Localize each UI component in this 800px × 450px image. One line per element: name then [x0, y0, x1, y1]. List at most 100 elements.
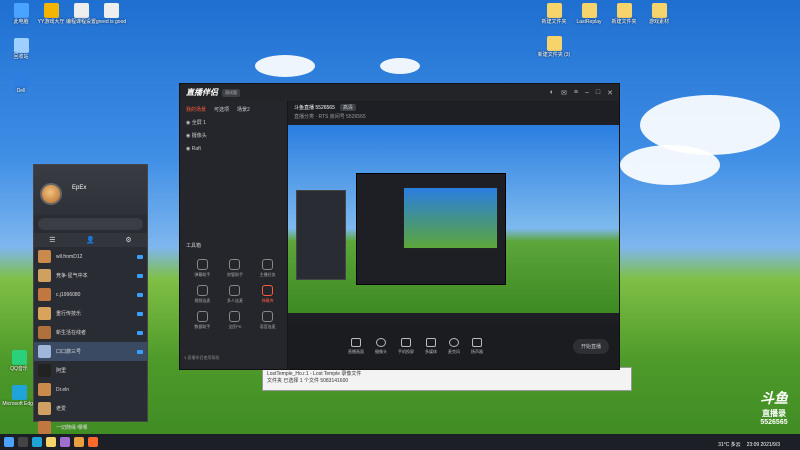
tool-icon	[229, 259, 241, 270]
left-panel: 我的场景 可选项 场景2 ◉ 全屏 1 ◉ 摄像头 ◉ Raft 工具箱 弹幕助…	[180, 101, 288, 369]
play-icon	[426, 338, 436, 347]
tool-danmaku[interactable]: 弹幕助手	[186, 259, 219, 278]
tab-options[interactable]: 可选项	[214, 106, 229, 113]
explorer-status: 文件夹 已选择 1 个文件 5083141600	[267, 378, 349, 384]
stream-preview[interactable]	[288, 125, 619, 313]
weather[interactable]: 31°C 多云	[718, 441, 741, 448]
tab-list[interactable]: ☰	[49, 236, 55, 244]
desktop-icon-folder-3[interactable]: 新建文件夹 (3)	[535, 36, 573, 58]
taskbar	[0, 434, 800, 450]
tool-icon	[196, 285, 208, 296]
message-icon[interactable]: ✉	[561, 89, 567, 97]
title-bar: 直播伴侣 测试版 ◐ ✉ ≡ – □ ✕	[180, 84, 619, 101]
desktop-icon-folder-2[interactable]: 新建文件夹	[605, 3, 643, 25]
tool-multi-link[interactable]: 多人连麦	[219, 285, 252, 304]
scene-item[interactable]: ◉ 摄像头	[180, 129, 287, 142]
desktop-icon-recycle[interactable]: 回收站	[2, 38, 40, 60]
tool-icon	[262, 285, 274, 296]
folder-icon	[546, 36, 562, 51]
game-icon	[137, 273, 143, 278]
edge-icon	[11, 385, 27, 400]
tool-icon	[196, 311, 208, 322]
buddy-header: EpEx	[34, 165, 147, 215]
close-icon[interactable]: ✕	[607, 89, 613, 97]
app-icon[interactable]	[74, 437, 84, 447]
desktop-icon-folder[interactable]: 新建文件夹	[535, 3, 573, 25]
skin-icon[interactable]: ◐	[550, 89, 554, 96]
list-item[interactable]: 重行传技乐	[34, 304, 147, 323]
folder-icon[interactable]	[46, 437, 56, 447]
list-item[interactable]: 老爱	[34, 399, 147, 418]
room-number: 5526565	[760, 419, 788, 426]
buddy-tabs: ☰ 👤 ⚙	[34, 233, 147, 247]
speaker-button[interactable]: 扬声器	[471, 338, 483, 355]
buddy-search-input[interactable]	[38, 218, 143, 230]
system-tray: 31°C 多云 23:09 2021/9/3	[718, 441, 780, 449]
list-item[interactable]: 新生活在线者	[34, 323, 147, 342]
list-item[interactable]: wll.fromD12	[34, 247, 147, 266]
avatar	[38, 307, 51, 320]
avatar[interactable]	[40, 183, 62, 205]
buddy-list-window[interactable]: EpEx ☰ 👤 ⚙ wll.fromD12 竞争·星气中本 c.j199608…	[33, 164, 148, 434]
scene-item[interactable]: ◉ Raft	[180, 142, 287, 155]
game-icon	[137, 254, 143, 259]
list-item[interactable]: Dr.eln	[34, 380, 147, 399]
stream-info: 斗鱼直播 5526565 高清 直播分类 · RTS 房间号 5526565	[288, 101, 619, 125]
search-icon[interactable]	[18, 437, 28, 447]
stream-companion-window[interactable]: 直播伴侣 测试版 ◐ ✉ ≡ – □ ✕ 我的场景 可选项 场景2 ◉ 全屏 1…	[179, 83, 620, 370]
app-icon[interactable]	[60, 437, 70, 447]
dell-icon	[13, 72, 29, 87]
nested-preview	[403, 187, 498, 249]
start-icon[interactable]	[4, 437, 14, 447]
edge-icon[interactable]	[32, 437, 42, 447]
tab-my-scene[interactable]: 我的场景	[186, 106, 206, 113]
desktop-icon-lastreplay[interactable]: LastReplay	[570, 3, 608, 25]
tool-tasks[interactable]: 主播任务	[251, 259, 284, 278]
tab-friends[interactable]: 👤	[86, 236, 95, 244]
tool-danmaku-lib[interactable]: 弹幕库	[251, 285, 284, 304]
clock[interactable]: 23:09 2021/9/3	[747, 442, 780, 448]
tool-voice-link[interactable]: 语音连麦	[251, 311, 284, 330]
computer-icon	[13, 3, 29, 18]
stream-companion-icon[interactable]	[88, 437, 98, 447]
minimize-icon[interactable]: –	[585, 89, 589, 96]
tool-video-link[interactable]: 视频连麦	[186, 285, 219, 304]
avatar	[38, 250, 51, 263]
game-icon	[137, 292, 143, 297]
list-item[interactable]: 阿里	[34, 361, 147, 380]
tool-icon	[262, 311, 274, 322]
tab-settings[interactable]: ⚙	[125, 236, 131, 244]
tool-icon	[196, 259, 208, 270]
help-link[interactable]: 3.直播伴侣使用帮助	[184, 355, 219, 361]
buddy-username: EpEx	[72, 185, 87, 191]
tool-icon	[229, 311, 241, 322]
tab-scene-2[interactable]: 场景2	[237, 106, 250, 113]
phone-cast-button[interactable]: 手机投屏	[398, 338, 414, 355]
desktop-icon-greed[interactable]: greed is good	[92, 3, 130, 25]
menu-icon[interactable]: ≡	[574, 89, 578, 96]
version-badge: 测试版	[222, 88, 240, 97]
avatar	[38, 383, 51, 396]
desktop-icon-game-assets[interactable]: 游戏素材	[640, 3, 678, 25]
scene-item[interactable]: ◉ 全屏 1	[180, 116, 287, 129]
avatar	[38, 364, 51, 377]
camera-button[interactable]: 摄像头	[375, 338, 387, 355]
file-explorer-window[interactable]: LostTemple_Ho.r.1 - Lost Temple 录像文件 文件夹…	[262, 367, 632, 391]
desktop-icon-dell[interactable]: Dell	[2, 72, 40, 94]
screen-capture-button[interactable]: 直播画面	[348, 338, 364, 355]
tool-pk-all[interactable]: 全民PK	[219, 311, 252, 330]
quality-badge[interactable]: 高清	[339, 104, 356, 111]
avatar	[38, 345, 51, 358]
tool-moderator[interactable]: 房管助手	[219, 259, 252, 278]
yy-icon	[43, 3, 59, 18]
file-icon	[73, 3, 89, 18]
media-button[interactable]: 多媒体	[425, 338, 437, 355]
mic-button[interactable]: 麦克风	[448, 338, 460, 355]
start-stream-button[interactable]: 开始直播	[572, 339, 609, 354]
list-item[interactable]: c.j1996080	[34, 285, 147, 304]
list-item[interactable]: 竞争·星气中本	[34, 266, 147, 285]
list-item[interactable]: 口口旅三号	[34, 342, 147, 361]
maximize-icon[interactable]: □	[596, 89, 600, 96]
stream-subtitle: 直播分类 · RTS 房间号 5526565	[294, 114, 366, 120]
tool-data[interactable]: 数据助手	[186, 311, 219, 330]
